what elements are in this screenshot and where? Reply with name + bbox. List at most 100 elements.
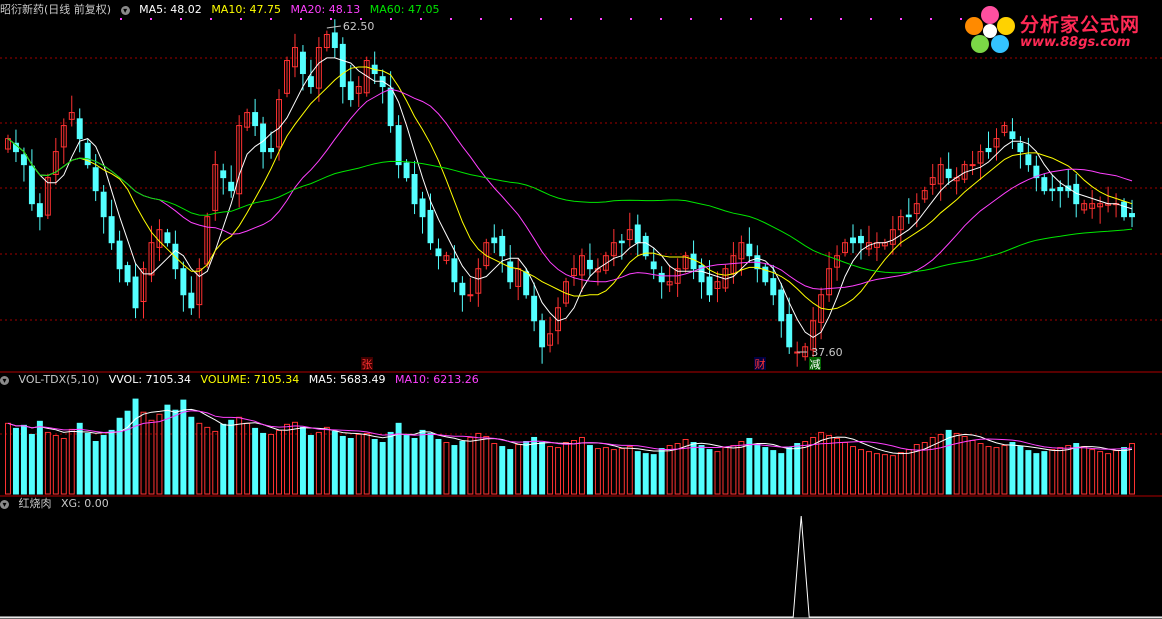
candle-body <box>180 268 187 296</box>
candle-body <box>786 314 793 348</box>
candlestick <box>586 243 593 276</box>
volume-bar <box>44 431 51 495</box>
volume-bar <box>499 446 506 495</box>
volume-bar <box>650 454 657 495</box>
candlestick <box>491 224 498 254</box>
settings-circle-icon[interactable]: ▾ <box>0 375 9 385</box>
candlestick <box>244 108 251 132</box>
top-dot-marker <box>930 18 932 20</box>
candlestick <box>212 150 219 221</box>
candle-body <box>658 272 665 283</box>
candlestick <box>387 71 394 133</box>
candlestick <box>754 245 761 283</box>
candlestick <box>571 255 577 286</box>
volume-bar <box>1121 447 1128 495</box>
volume-bar <box>435 438 442 495</box>
candle-body <box>945 168 952 179</box>
volume-bar <box>714 451 721 495</box>
volume-bar <box>212 430 219 495</box>
volume-bar <box>307 434 314 495</box>
vol-indicator-name: VOL-TDX(5,10) <box>18 373 100 386</box>
volume-bar <box>443 442 450 495</box>
event-marker: 减 <box>810 358 821 371</box>
volume-bar <box>491 443 498 495</box>
volume-bar <box>618 448 625 495</box>
volume-bar <box>1113 450 1120 495</box>
candle-body <box>331 32 338 49</box>
volume-bar <box>68 428 75 495</box>
candle-body <box>706 276 713 296</box>
volume-bar <box>969 439 976 495</box>
candlestick <box>515 258 522 301</box>
candlestick <box>204 212 211 268</box>
candle-body <box>507 261 514 283</box>
candlestick <box>84 139 91 169</box>
candle-body <box>347 81 354 101</box>
top-dot-marker <box>240 18 242 20</box>
candle-body <box>690 253 697 270</box>
volume-bar <box>204 426 211 495</box>
candlestick <box>499 229 506 273</box>
candle-body <box>395 125 402 166</box>
candlestick <box>451 245 458 293</box>
volume-bar <box>850 446 856 495</box>
volume-bar <box>897 452 904 495</box>
candlestick <box>156 219 163 262</box>
site-logo: 分析家公式网 www.88gs.com <box>962 4 1158 58</box>
candlestick <box>196 258 203 319</box>
settings-circle-icon[interactable]: ▾ <box>0 499 9 509</box>
settings-circle-icon[interactable]: ▾ <box>120 5 130 15</box>
candlestick <box>539 313 546 364</box>
volume-bar <box>642 453 649 495</box>
volume-bar <box>738 441 745 495</box>
candle-body <box>1017 142 1024 153</box>
volume-bar <box>706 449 713 495</box>
top-dot-marker <box>900 18 902 20</box>
volume-bar <box>802 441 809 495</box>
top-dot-marker <box>300 18 302 20</box>
volume-bar <box>483 435 490 495</box>
candlestick <box>1065 169 1072 198</box>
volume-bar <box>100 434 107 495</box>
candlestick <box>531 282 538 332</box>
candle-body <box>618 240 625 244</box>
top-dot-marker <box>270 18 272 20</box>
volume-bar <box>571 439 577 495</box>
candlestick <box>339 37 346 104</box>
volume-bar <box>268 433 275 495</box>
volume-bar <box>108 429 115 495</box>
candlestick <box>905 198 912 224</box>
candle-body <box>100 191 107 218</box>
candle-body <box>459 282 466 296</box>
candle-body <box>467 294 474 297</box>
top-dot-marker <box>690 18 692 20</box>
volume-bar <box>762 447 769 495</box>
candlestick <box>180 261 187 312</box>
candlestick <box>20 147 27 182</box>
candlestick <box>1081 199 1088 214</box>
indicator-legend: ▾ 红烧肉 XG: 0.00 <box>0 496 115 512</box>
volume-bar <box>722 447 729 495</box>
candlestick <box>921 186 928 203</box>
top-dot-marker <box>810 18 812 20</box>
candle-body <box>132 276 139 309</box>
candlestick <box>873 232 880 262</box>
xg-signal-line <box>0 515 1162 618</box>
top-dot-marker <box>450 18 452 20</box>
volume-bar <box>507 449 514 495</box>
candlestick <box>435 238 442 270</box>
kline-chart-area[interactable]: 62.5037.60张财减 <box>0 0 1162 619</box>
volume-bar <box>539 442 546 495</box>
candlestick <box>276 89 282 161</box>
candlestick <box>658 266 665 299</box>
volume-bar <box>347 437 354 495</box>
volume-bar <box>299 426 306 495</box>
volume-bar <box>1009 442 1016 495</box>
candlestick <box>682 251 689 273</box>
volume-bar <box>252 427 259 495</box>
candlestick <box>1105 186 1112 213</box>
candlestick <box>379 69 386 104</box>
candlestick <box>610 229 617 267</box>
volume-bar <box>515 444 522 495</box>
candle-body <box>1009 131 1016 140</box>
